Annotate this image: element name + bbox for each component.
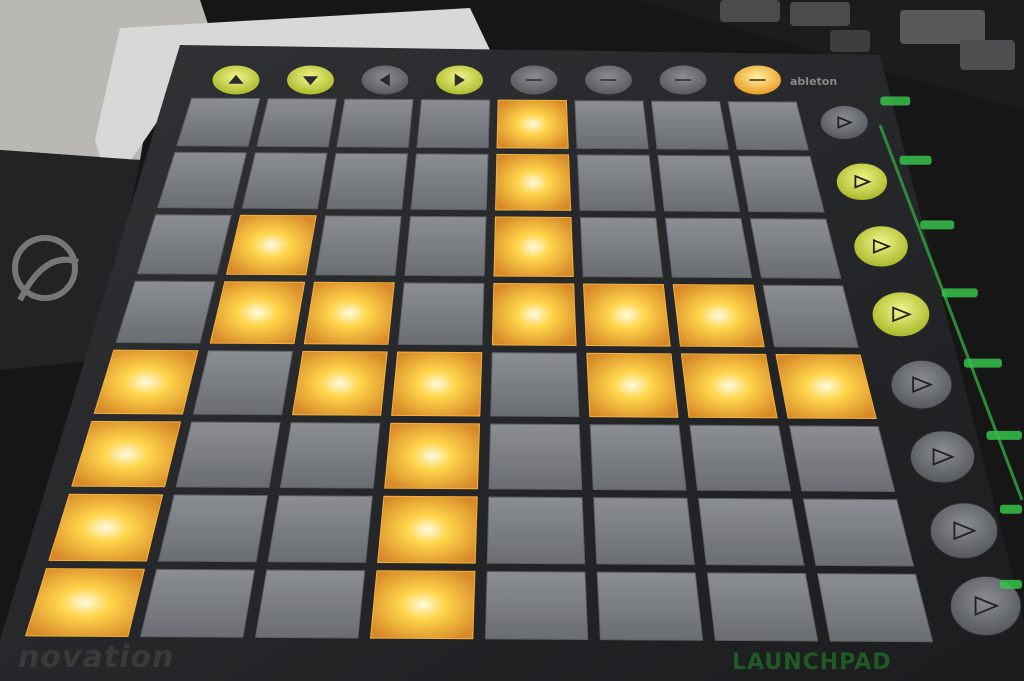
pad-lit-r7-c1[interactable]: [48, 493, 164, 562]
top-button-7[interactable]: [658, 64, 708, 96]
scene-launch-button-2[interactable]: [835, 162, 889, 202]
pad-r8-c6[interactable]: [596, 571, 704, 641]
pad-r8-c2[interactable]: [140, 568, 256, 638]
pad-r7-c5[interactable]: [486, 496, 586, 565]
scene-indicator-8: [1000, 579, 1022, 589]
pad-lit-r8-c1[interactable]: [25, 568, 145, 638]
pad-r3-c6[interactable]: [579, 217, 664, 278]
pad-r7-c8[interactable]: [802, 498, 914, 567]
pad-lit-r5-c3[interactable]: [291, 350, 388, 416]
pad-r8-c3[interactable]: [255, 569, 366, 639]
pad-lit-r8-c4[interactable]: [369, 570, 476, 640]
pad-lit-r4-c3[interactable]: [303, 281, 395, 345]
pad-r1-c1[interactable]: [176, 97, 261, 147]
pad-r1-c3[interactable]: [336, 98, 414, 148]
pad-lit-r7-c4[interactable]: [377, 495, 478, 564]
pad-r3-c8[interactable]: [749, 218, 842, 279]
pad-r8-c7[interactable]: [706, 572, 819, 642]
pad-r1-c2[interactable]: [256, 98, 337, 148]
pad-r2-c3[interactable]: [326, 152, 409, 210]
pad-r8-c5[interactable]: [484, 570, 589, 641]
pad-r7-c7[interactable]: [698, 497, 805, 566]
top-button-4[interactable]: [435, 64, 484, 96]
pad-lit-r5-c7[interactable]: [680, 353, 778, 419]
pad-r4-c4[interactable]: [397, 282, 485, 346]
pad-r2-c7[interactable]: [657, 154, 741, 212]
pad-lit-r4-c7[interactable]: [672, 284, 765, 348]
pad-r3-c7[interactable]: [664, 217, 753, 279]
top-button-1[interactable]: [211, 64, 261, 96]
pad-r8-c8[interactable]: [817, 573, 934, 643]
pad-r2-c2[interactable]: [241, 152, 328, 210]
pad-r6-c3[interactable]: [279, 422, 381, 489]
pad-r1-c7[interactable]: [650, 100, 729, 150]
pad-lit-r5-c6[interactable]: [586, 352, 679, 418]
pad-r5-c2[interactable]: [192, 350, 294, 416]
pad-r4-c8[interactable]: [762, 284, 859, 348]
top-button-6[interactable]: [584, 64, 633, 96]
pad-r6-c2[interactable]: [175, 421, 281, 488]
scene-launch-button-3[interactable]: [853, 225, 909, 268]
pad-r1-c4[interactable]: [416, 99, 491, 149]
pad-r6-c8[interactable]: [789, 425, 896, 493]
scene-launch-button-7[interactable]: [929, 502, 999, 560]
scene-indicator-7: [1000, 504, 1022, 514]
scene-indicator-3: [920, 220, 955, 230]
scene-launch-button-4[interactable]: [871, 291, 931, 338]
scene-indicator-5: [963, 358, 1002, 368]
pad-r6-c6[interactable]: [589, 424, 687, 491]
pad-r2-c6[interactable]: [576, 154, 656, 212]
top-button-5[interactable]: [509, 64, 559, 96]
pad-lit-r5-c4[interactable]: [391, 351, 483, 417]
pad-r1-c8[interactable]: [727, 101, 809, 151]
pad-r3-c4[interactable]: [404, 215, 487, 277]
ableton-logo: ableton: [790, 75, 838, 88]
pad-lit-r3-c2[interactable]: [226, 214, 317, 276]
scene-indicator-1: [880, 96, 911, 106]
pad-lit-r3-c5[interactable]: [493, 216, 574, 278]
scene-launch-button-5[interactable]: [890, 359, 953, 410]
pad-lit-r4-c6[interactable]: [583, 283, 671, 347]
pad-r3-c3[interactable]: [315, 215, 402, 276]
top-button-2[interactable]: [286, 64, 335, 96]
pad-lit-r5-c8[interactable]: [775, 354, 877, 420]
pad-lit-r6-c4[interactable]: [384, 422, 481, 490]
pad-r1-c6[interactable]: [574, 100, 649, 150]
pad-r7-c2[interactable]: [158, 494, 269, 563]
pad-lit-r1-c5[interactable]: [496, 99, 569, 149]
pad-r6-c5[interactable]: [488, 423, 583, 490]
scene-indicator-2: [899, 155, 932, 165]
pad-lit-r2-c5[interactable]: [495, 153, 572, 211]
pad-r5-c5[interactable]: [490, 352, 580, 418]
novation-logo: novation: [18, 640, 175, 675]
pad-r2-c4[interactable]: [410, 153, 489, 211]
scene-indicator-6: [986, 430, 1022, 440]
scene-launch-button-1[interactable]: [819, 104, 869, 140]
scene-launch-button-6[interactable]: [910, 430, 976, 484]
pad-r6-c7[interactable]: [689, 424, 791, 492]
launchpad-logo: LAUNCHPAD: [732, 650, 892, 675]
pad-lit-r4-c5[interactable]: [491, 282, 577, 346]
pad-r7-c6[interactable]: [593, 497, 695, 566]
pad-r7-c3[interactable]: [267, 495, 373, 563]
pad-r2-c8[interactable]: [737, 155, 825, 213]
top-button-3[interactable]: [360, 64, 410, 96]
top-button-8[interactable]: [733, 64, 782, 96]
launchpad-photo-scene: [0, 0, 1024, 681]
pad-lit-r4-c2[interactable]: [209, 281, 306, 345]
scene-indicator-4: [941, 288, 978, 298]
